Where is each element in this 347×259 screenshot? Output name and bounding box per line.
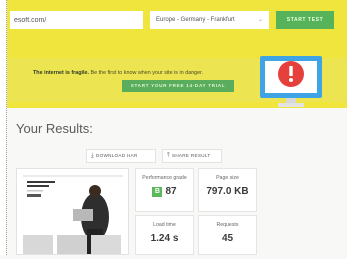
location-select[interactable]: Europe - Germany - Frankfurt ⌄ — [150, 11, 269, 29]
results-title: Your Results: — [16, 121, 93, 136]
banner-bold-text: The internet is fragile. — [33, 70, 90, 76]
site-screenshot-image — [17, 169, 128, 254]
load-time-label: Load time — [153, 222, 176, 228]
requests-card: Requests 45 — [198, 215, 257, 255]
performance-grade-card: Performance grade B 87 — [135, 168, 194, 212]
performance-grade-label: Performance grade — [142, 175, 187, 181]
load-time-card: Load time 1.24 s — [135, 215, 194, 255]
share-result-button[interactable]: ⤒ SHARE RESULT — [162, 149, 222, 163]
grade-badge: B — [152, 187, 163, 197]
performance-score: 87 — [165, 186, 177, 197]
start-test-button[interactable]: START TEST — [276, 11, 334, 29]
location-selected-label: Europe - Germany - Frankfurt — [156, 17, 235, 23]
url-input[interactable] — [10, 11, 143, 29]
start-trial-button[interactable]: START YOUR FREE 14-DAY TRIAL — [122, 80, 234, 92]
page-size-label: Page size — [216, 175, 239, 181]
requests-value: 45 — [221, 233, 234, 244]
performance-grade-value: B 87 — [136, 186, 193, 197]
chevron-down-icon: ⌄ — [257, 17, 263, 23]
page-size-card: Page size 797.0 KB — [198, 168, 257, 212]
download-har-label: DOWNLOAD HAR — [95, 153, 138, 158]
banner-rest-text: Be the first to know when your site is i… — [89, 70, 204, 76]
share-icon: ⤒ — [167, 153, 170, 159]
alert-monitor-icon — [260, 56, 322, 107]
download-icon: ⤓ — [91, 153, 94, 159]
requests-label: Requests — [216, 222, 239, 228]
share-result-label: SHARE RESULT — [171, 153, 211, 158]
page-edge — [0, 0, 7, 255]
banner-message: The internet is fragile. Be the first to… — [33, 70, 203, 76]
download-har-button[interactable]: ⤓ DOWNLOAD HAR — [86, 149, 156, 163]
load-time-value: 1.24 s — [150, 233, 179, 244]
page-size-value: 797.0 KB — [206, 186, 249, 197]
page-screenshot-card — [16, 168, 129, 255]
